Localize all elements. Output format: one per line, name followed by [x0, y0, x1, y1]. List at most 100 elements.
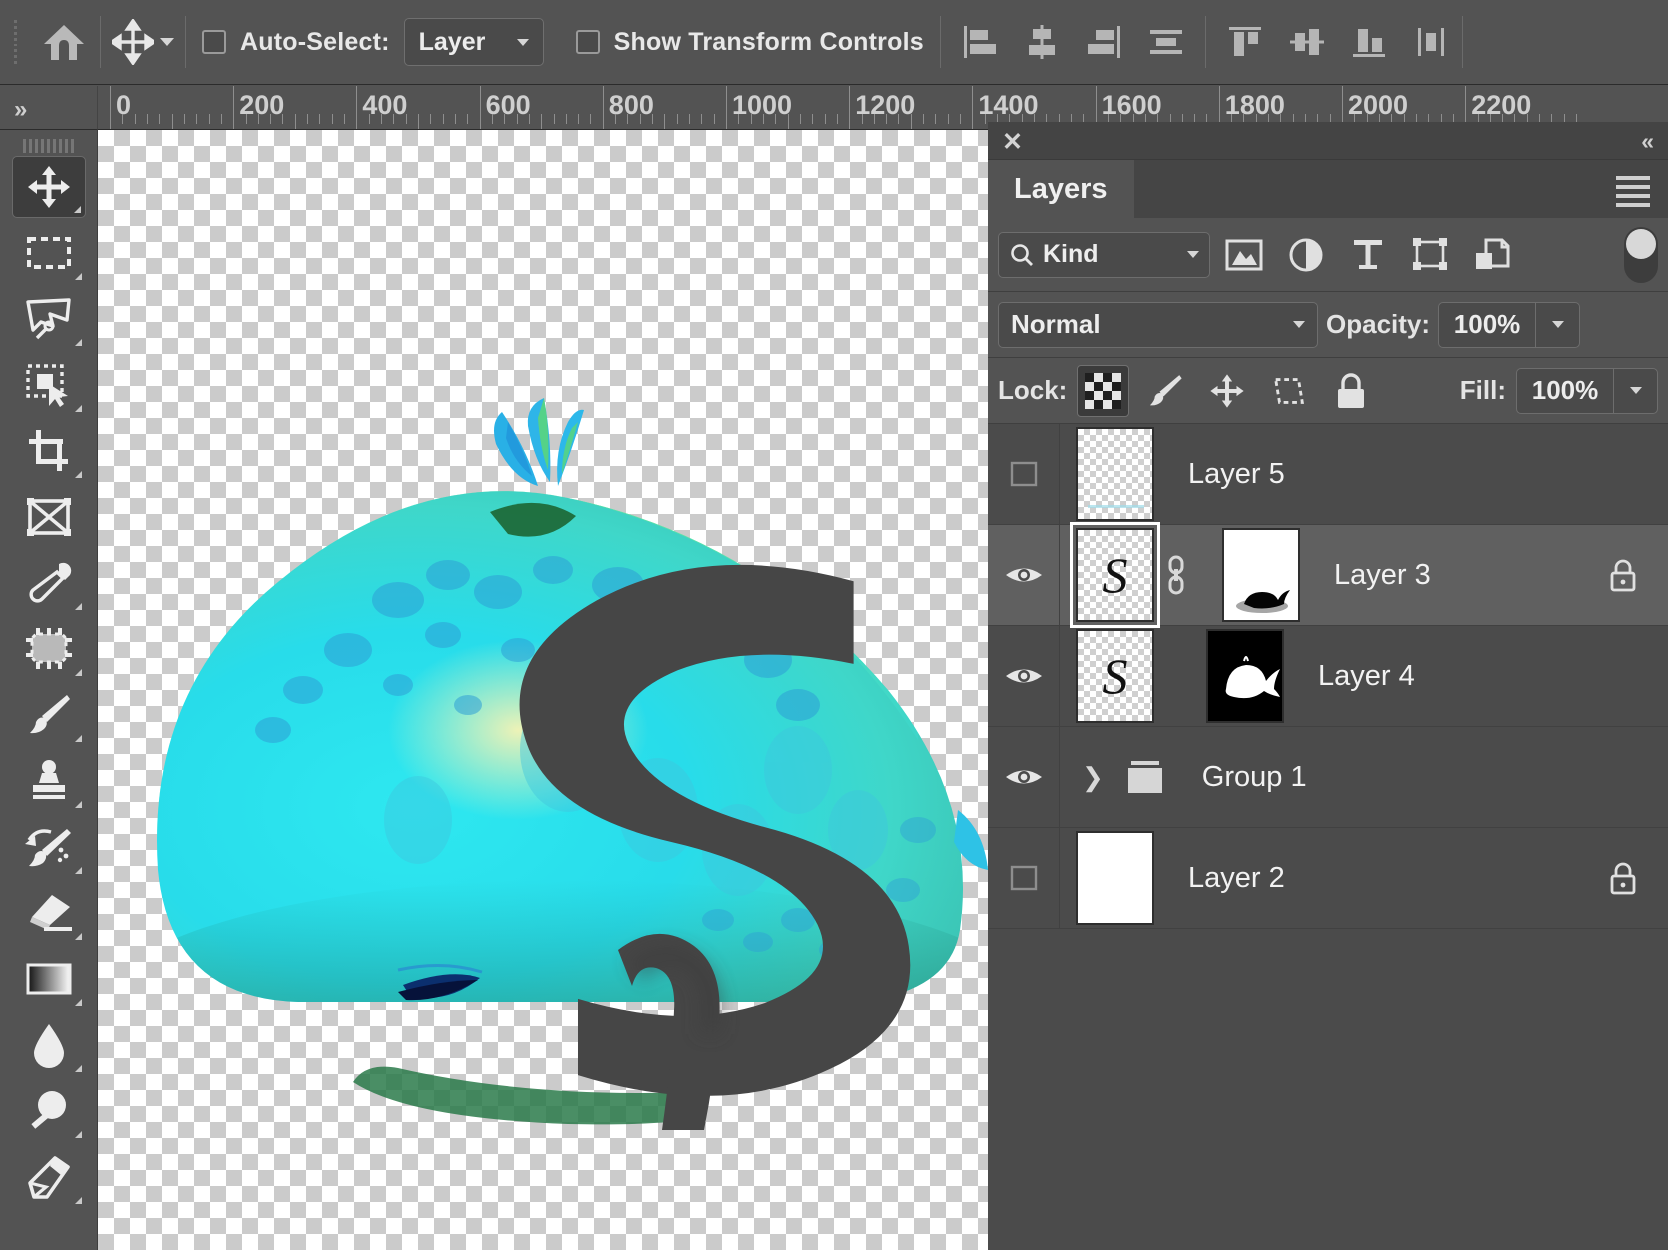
align-top-edges-button[interactable]: [1214, 0, 1276, 85]
toggle-layer-filtering[interactable]: [1624, 227, 1658, 283]
table-row[interactable]: Layer 5: [988, 424, 1668, 525]
align-bottom-edges-button[interactable]: [1338, 0, 1400, 85]
filter-pixel-layers-button[interactable]: [1216, 227, 1272, 283]
move-arrows-icon: [1208, 372, 1246, 410]
lock-all-button[interactable]: [1325, 365, 1377, 417]
current-tool-button[interactable]: [101, 0, 185, 85]
opacity-field[interactable]: 100%: [1438, 302, 1580, 348]
tool-blur[interactable]: [12, 1014, 86, 1076]
align-bottom-icon: [1347, 20, 1391, 64]
table-row[interactable]: ❯ Group 1: [988, 727, 1668, 828]
chevron-double-right-icon[interactable]: »: [14, 96, 27, 124]
auto-select-checkbox[interactable]: [202, 30, 226, 54]
tool-dodge[interactable]: [12, 1080, 86, 1142]
table-row[interactable]: Layer 2: [988, 828, 1668, 929]
distribute-horizontal-button[interactable]: [1400, 0, 1462, 85]
lock-transparent-pixels-button[interactable]: [1077, 365, 1129, 417]
folder-icon: [1122, 758, 1168, 796]
tool-spot-healing-brush[interactable]: [12, 618, 86, 680]
align-center-v-icon: [1285, 20, 1329, 64]
align-vertical-centers-button[interactable]: [1276, 0, 1338, 85]
tool-lasso[interactable]: [12, 288, 86, 350]
align-top-icon: [1223, 20, 1267, 64]
layer-name[interactable]: Group 1: [1202, 761, 1668, 794]
toolbar-gripper[interactable]: [0, 130, 97, 156]
layer-thumbnail[interactable]: [1076, 831, 1154, 925]
layer-lock-badge[interactable]: [1608, 860, 1638, 896]
options-bar-gripper[interactable]: [8, 20, 28, 64]
home-button[interactable]: [28, 0, 100, 85]
tool-clone-stamp[interactable]: [12, 750, 86, 812]
tool-gradient[interactable]: [12, 948, 86, 1010]
tool-move[interactable]: [12, 156, 86, 218]
filter-type-layers-button[interactable]: [1340, 227, 1396, 283]
layer-name[interactable]: Layer 5: [1188, 458, 1668, 491]
lock-artboard-nesting-button[interactable]: [1263, 365, 1315, 417]
layer-name[interactable]: Layer 3: [1334, 559, 1608, 592]
filter-kind-dropdown[interactable]: Kind: [998, 232, 1210, 278]
align-middle-button[interactable]: [1135, 0, 1197, 85]
filter-smart-objects-button[interactable]: [1464, 227, 1520, 283]
mask-content-whale-silhouette: [1224, 530, 1300, 622]
collapse-panel-icon[interactable]: «: [1641, 128, 1654, 155]
tool-eyedropper[interactable]: [12, 552, 86, 614]
layer-mask-thumbnail[interactable]: [1222, 528, 1300, 622]
align-middle-icon: [1144, 20, 1188, 64]
tool-submenu-indicator: [75, 801, 82, 808]
artboard-icon: [1270, 372, 1308, 410]
tool-preset-chevron-down-icon[interactable]: [160, 38, 174, 46]
fill-field[interactable]: 100%: [1516, 368, 1658, 414]
group-expand-chevron-right-icon[interactable]: ❯: [1082, 762, 1104, 793]
show-transform-controls-checkbox[interactable]: [576, 30, 600, 54]
hamburger-menu-icon[interactable]: [1616, 176, 1650, 212]
lock-position-button[interactable]: [1201, 365, 1253, 417]
lock-image-pixels-button[interactable]: [1139, 365, 1191, 417]
layer-thumbnail[interactable]: S: [1076, 528, 1154, 622]
layer-lock-badge[interactable]: [1608, 557, 1638, 593]
align-left-edges-button[interactable]: [949, 0, 1011, 85]
blend-mode-dropdown[interactable]: Normal: [998, 302, 1318, 348]
close-icon[interactable]: ✕: [1002, 127, 1023, 157]
ruler-minor-tick: [184, 114, 185, 124]
ruler-minor-tick: [763, 114, 764, 124]
tool-crop[interactable]: [12, 420, 86, 482]
filter-adjustment-layers-button[interactable]: [1278, 227, 1334, 283]
align-horizontal-centers-button[interactable]: [1011, 0, 1073, 85]
toggle-knob: [1626, 229, 1656, 259]
layer-mask-thumbnail[interactable]: [1206, 629, 1284, 723]
align-right-edges-button[interactable]: [1073, 0, 1135, 85]
layer-visibility-toggle[interactable]: [988, 727, 1060, 827]
layer-visibility-toggle[interactable]: [988, 424, 1060, 524]
layer-name[interactable]: Layer 4: [1318, 660, 1668, 693]
layer-name[interactable]: Layer 2: [1188, 862, 1608, 895]
layer-visibility-toggle[interactable]: [988, 626, 1060, 726]
tab-layers[interactable]: Layers: [988, 160, 1134, 218]
gradient-icon: [23, 959, 75, 999]
document-canvas[interactable]: [98, 130, 988, 1250]
tool-object-selection[interactable]: [12, 354, 86, 416]
layer-visibility-toggle[interactable]: [988, 828, 1060, 928]
auto-select-scope-dropdown[interactable]: Layer: [404, 18, 544, 66]
ruler-minor-tick: [258, 114, 259, 124]
chevron-down-icon: [1293, 321, 1305, 328]
chevron-down-icon: [1187, 251, 1199, 258]
layer-thumbnail[interactable]: S: [1076, 629, 1154, 723]
tool-history-brush[interactable]: [12, 816, 86, 878]
tool-rectangular-marquee[interactable]: [12, 222, 86, 284]
tool-pen[interactable]: [12, 1146, 86, 1208]
mask-link-icon[interactable]: [1164, 553, 1188, 597]
tool-frame[interactable]: [12, 486, 86, 548]
tool-brush[interactable]: [12, 684, 86, 746]
layer-visibility-toggle[interactable]: [988, 525, 1060, 625]
filter-shape-layers-button[interactable]: [1402, 227, 1458, 283]
table-row[interactable]: S Layer 4: [988, 626, 1668, 727]
table-row[interactable]: S Layer 3: [988, 525, 1668, 626]
opacity-stepper[interactable]: [1535, 303, 1579, 347]
marquee-icon: [25, 233, 73, 273]
tool-eraser[interactable]: [12, 882, 86, 944]
fill-stepper[interactable]: [1613, 369, 1657, 413]
ruler-minor-tick: [517, 114, 518, 124]
checkerboard-icon: [1085, 373, 1121, 409]
panel-titlebar: ✕ «: [988, 122, 1668, 160]
layer-thumbnail[interactable]: [1076, 427, 1154, 521]
